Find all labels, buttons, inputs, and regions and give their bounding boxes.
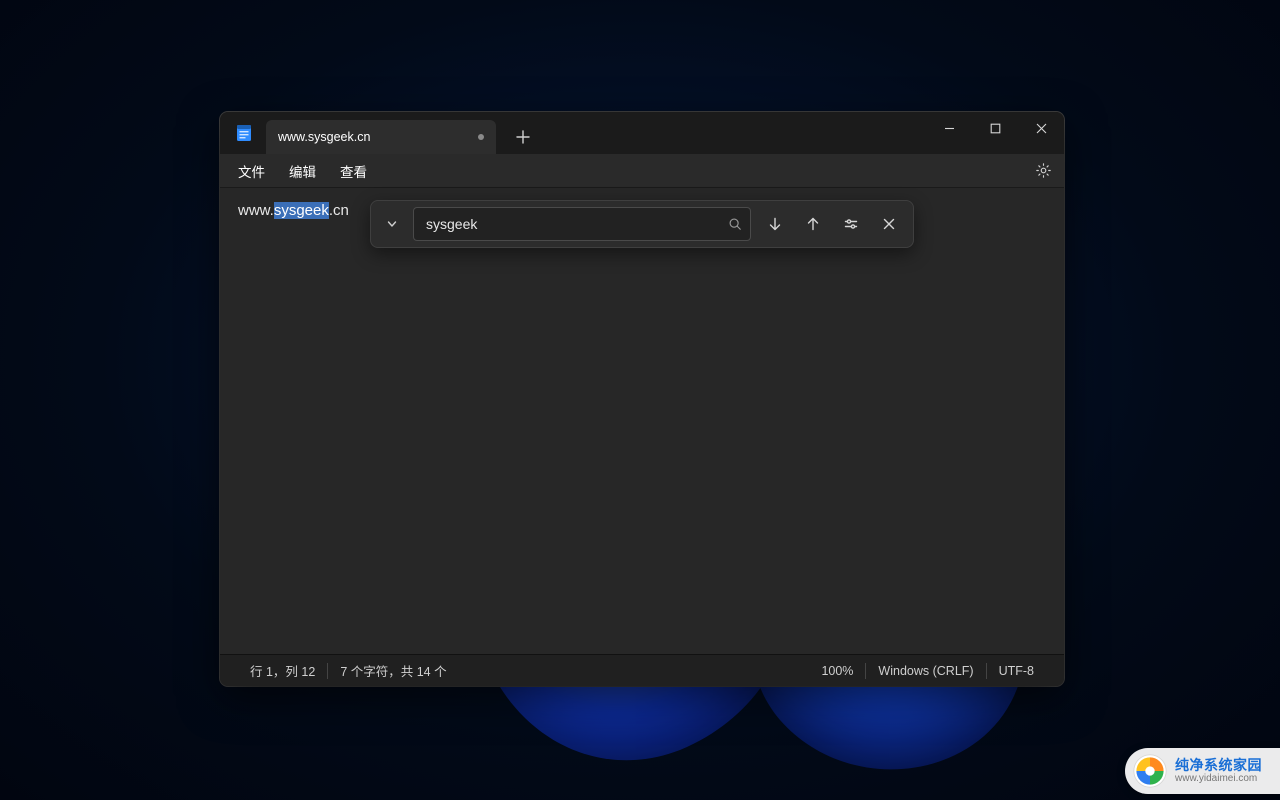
- watermark-badge: 纯净系统家园 www.yidaimei.com: [1125, 748, 1280, 794]
- text-segment: .cn: [329, 202, 349, 219]
- watermark-logo-icon: [1133, 754, 1167, 788]
- menu-view[interactable]: 查看: [328, 157, 379, 185]
- menubar: 文件 编辑 查看: [220, 154, 1064, 188]
- status-position: 行 1，列 12: [238, 661, 327, 680]
- search-icon: [728, 217, 742, 231]
- status-selection: 7 个字符，共 14 个: [328, 661, 458, 680]
- menu-file[interactable]: 文件: [226, 157, 277, 185]
- editor-line-1: www.sysgeek.cn: [238, 202, 349, 219]
- document-tab[interactable]: www.sysgeek.cn: [266, 120, 496, 154]
- settings-button[interactable]: [1028, 156, 1058, 186]
- find-expand-toggle[interactable]: [377, 209, 407, 239]
- find-close-button[interactable]: [871, 206, 907, 242]
- unsaved-indicator-icon: [478, 134, 484, 140]
- text-segment: www.: [238, 202, 274, 219]
- status-zoom[interactable]: 100%: [809, 664, 865, 678]
- window-controls: [926, 112, 1064, 154]
- text-editor-area[interactable]: www.sysgeek.cn: [220, 188, 1064, 654]
- status-line-ending[interactable]: Windows (CRLF): [866, 664, 985, 678]
- titlebar[interactable]: www.sysgeek.cn: [220, 112, 1064, 154]
- menu-edit[interactable]: 编辑: [277, 157, 328, 185]
- minimize-button[interactable]: [926, 112, 972, 144]
- find-input[interactable]: [426, 216, 728, 232]
- tab-title: www.sysgeek.cn: [278, 130, 470, 144]
- new-tab-button[interactable]: [506, 120, 540, 154]
- search-highlight: sysgeek: [274, 202, 329, 219]
- notepad-window: www.sysgeek.cn 文件 编辑 查看: [220, 112, 1064, 686]
- find-next-button[interactable]: [757, 206, 793, 242]
- notepad-app-icon: [230, 119, 258, 147]
- close-button[interactable]: [1018, 112, 1064, 144]
- find-bar: [370, 200, 914, 248]
- find-options-button[interactable]: [833, 206, 869, 242]
- maximize-button[interactable]: [972, 112, 1018, 144]
- find-previous-button[interactable]: [795, 206, 831, 242]
- statusbar: 行 1，列 12 7 个字符，共 14 个 100% Windows (CRLF…: [220, 654, 1064, 686]
- watermark-title: 纯净系统家园: [1175, 758, 1262, 773]
- find-input-container: [413, 207, 751, 241]
- watermark-url: www.yidaimei.com: [1175, 773, 1262, 784]
- status-encoding[interactable]: UTF-8: [987, 664, 1046, 678]
